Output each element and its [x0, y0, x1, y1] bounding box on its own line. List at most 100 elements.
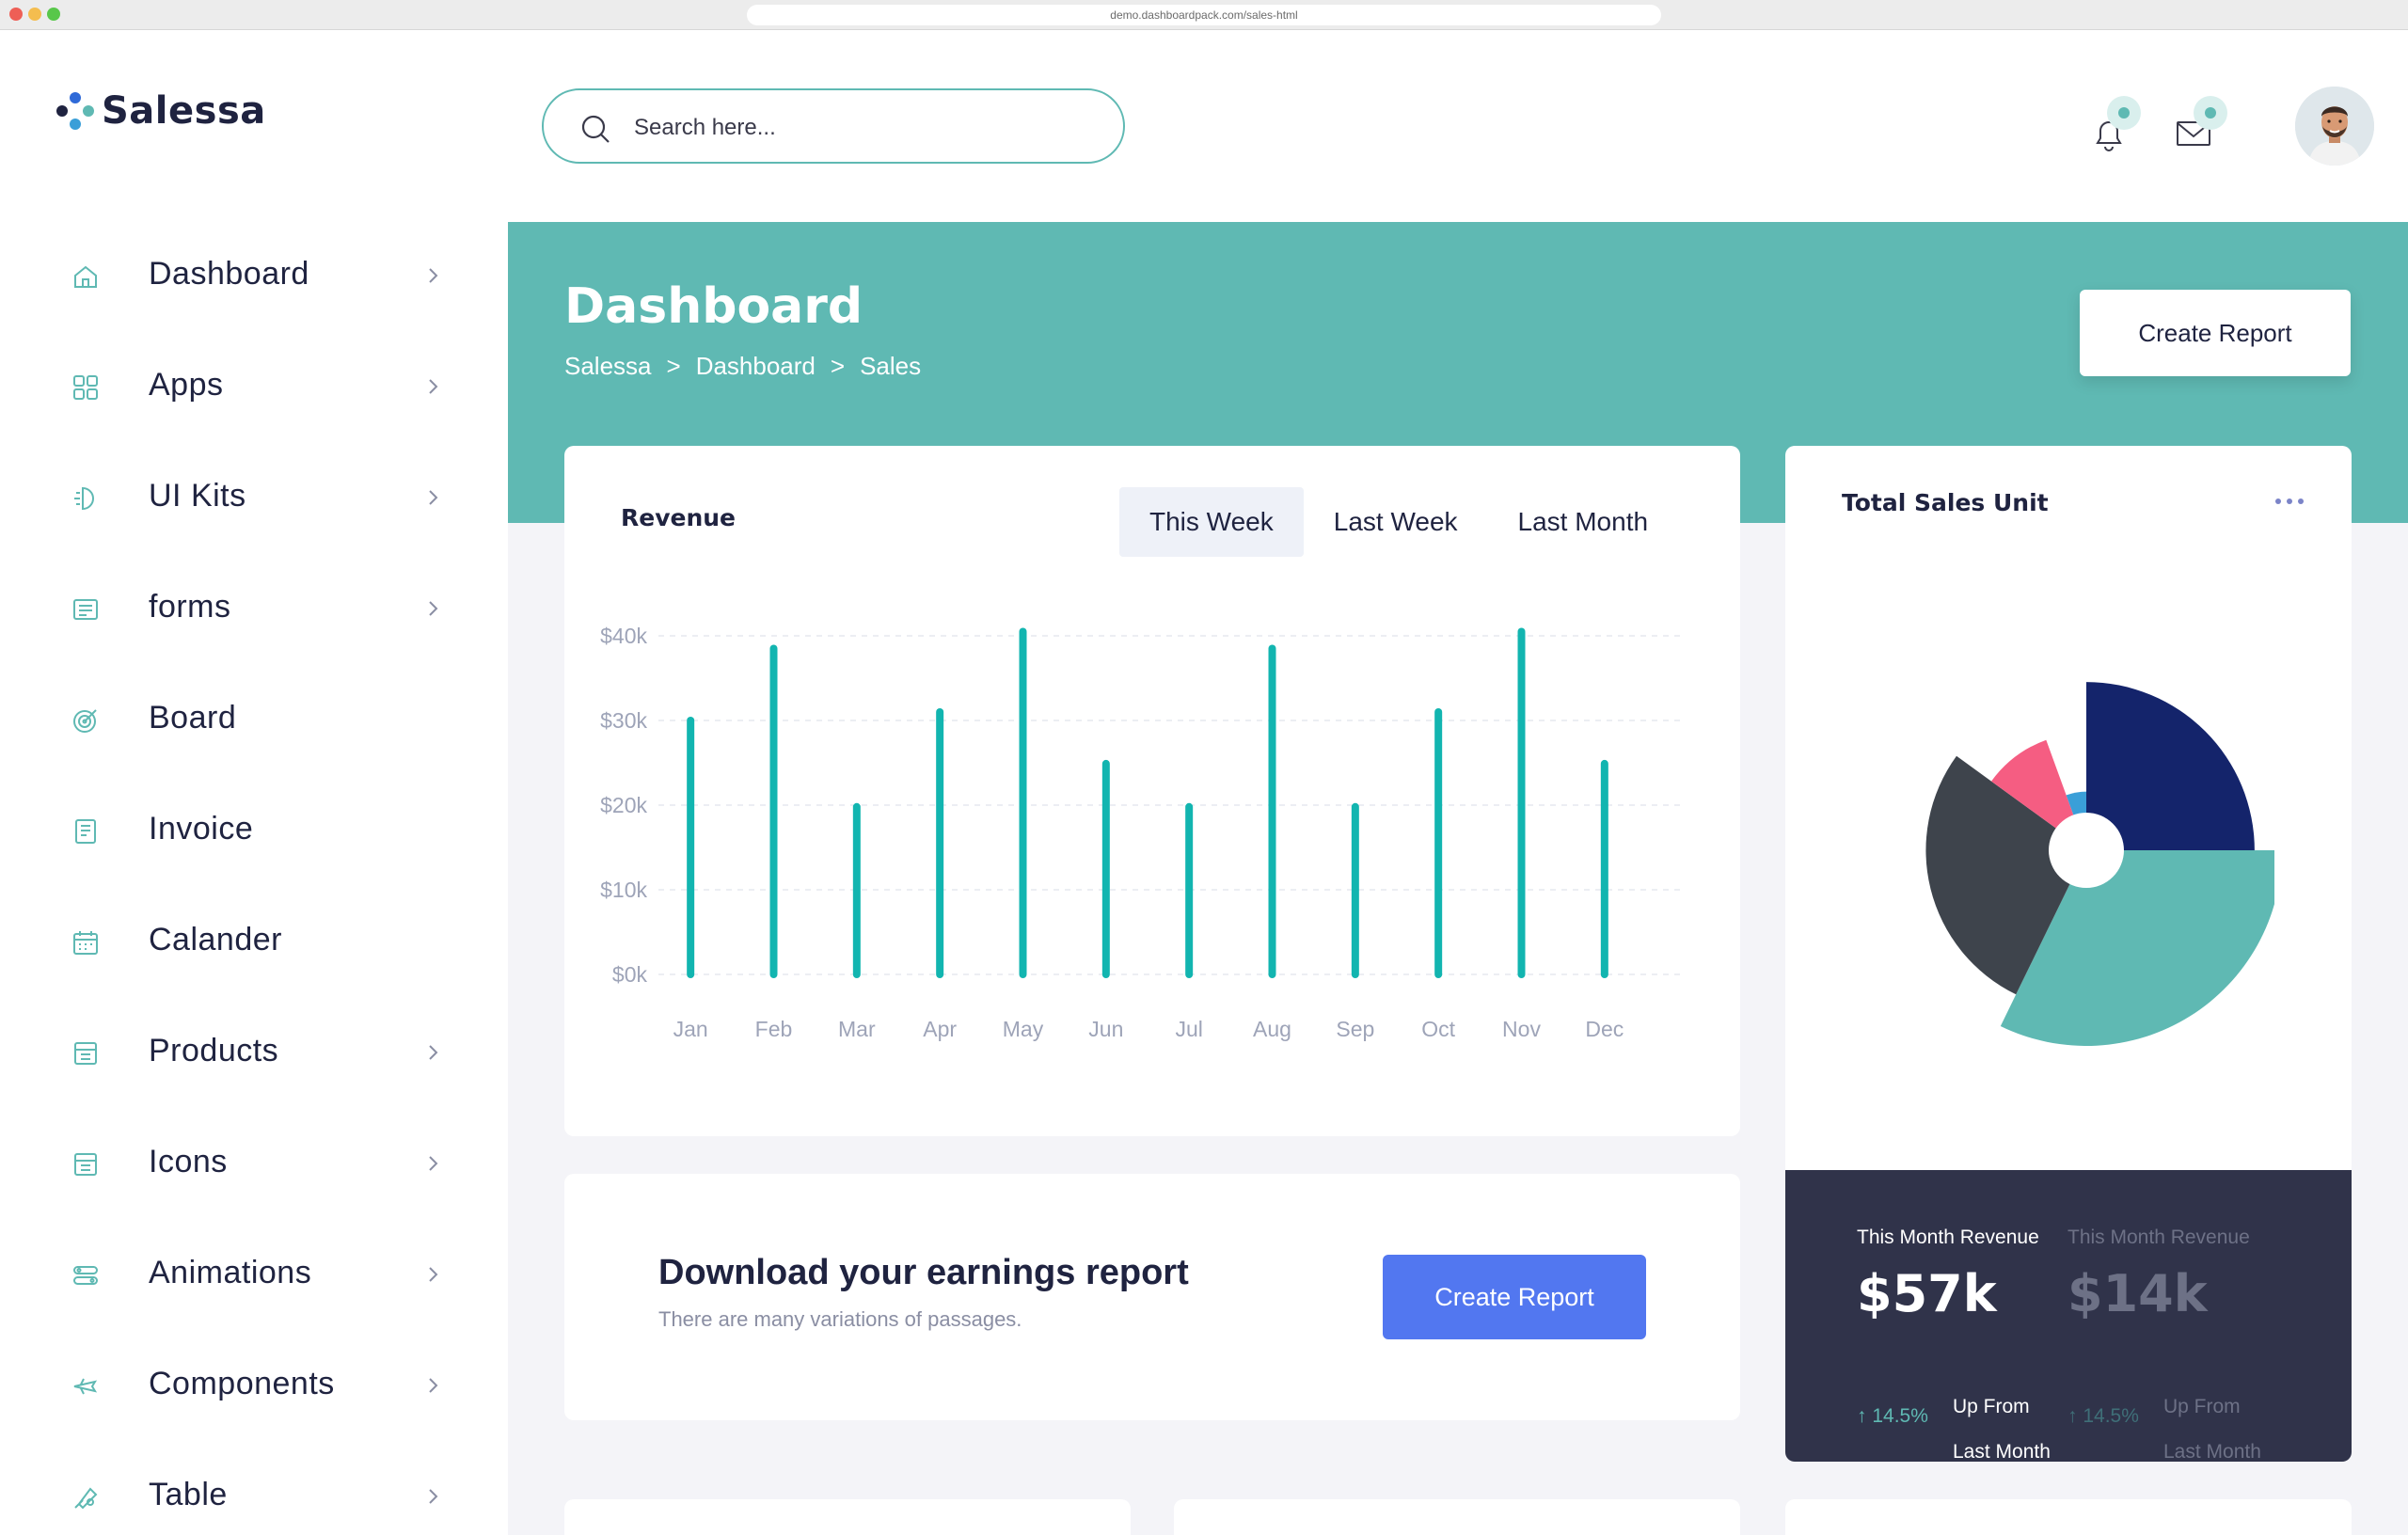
sidebar-item-label: forms	[149, 589, 231, 625]
x-tick-label: Jun	[1088, 1017, 1123, 1041]
home-icon	[74, 265, 97, 288]
breadcrumb-item-sales: Sales	[860, 352, 922, 380]
sales-unit-title: Total Sales Unit	[1842, 489, 2049, 516]
tab-last-month[interactable]: Last Month	[1488, 487, 1679, 557]
bottom-card-1	[564, 1499, 1131, 1535]
breadcrumb-item-dashboard[interactable]: Dashboard	[696, 352, 816, 381]
sidebar-item-apps[interactable]: Apps	[0, 331, 508, 442]
sidebar-item-board[interactable]: Board	[0, 664, 508, 775]
calendar-icon	[73, 931, 98, 955]
brand-name: Salessa	[102, 89, 266, 133]
sidebar-item-products[interactable]: Products	[0, 997, 508, 1108]
earnings-subtitle: There are many variations of passages.	[658, 1307, 1022, 1331]
sidebar-item-ui-kits[interactable]: UI Kits	[0, 442, 508, 553]
sidebar-item-dashboard[interactable]: Dashboard	[0, 220, 508, 331]
close-window-button[interactable]	[9, 8, 23, 21]
target-icon	[73, 709, 97, 733]
x-tick-label: Apr	[923, 1017, 957, 1041]
total-sales-polar-chart	[1925, 682, 2274, 1046]
revenue-change: ↑ 14.5%	[1857, 1405, 1928, 1428]
sidebar-item-components[interactable]: Components	[0, 1330, 508, 1441]
sidebar-item-label: Invoice	[149, 811, 254, 847]
revenue-change-value: 14.5%	[2083, 1405, 2139, 1427]
tab-this-week[interactable]: This Week	[1119, 487, 1304, 557]
create-report-button[interactable]: Create Report	[2080, 290, 2351, 376]
total-sales-unit-card: Total Sales Unit This Month Revenue $57k…	[1785, 446, 2352, 1462]
y-tick-label: $30k	[600, 708, 647, 733]
y-tick-label: $20k	[600, 793, 647, 817]
x-tick-label: May	[1003, 1017, 1044, 1041]
revenue-card: Revenue This Week Last Week Last Month $…	[564, 446, 1740, 1136]
create-report-button[interactable]: Create Report	[1383, 1255, 1646, 1339]
revenue-value: $14k	[2067, 1264, 2208, 1323]
animation-icon	[73, 1266, 98, 1285]
sidebar-item-forms[interactable]: forms	[0, 553, 508, 664]
sidebar-item-label: Dashboard	[149, 256, 309, 292]
x-tick-label: Jan	[673, 1017, 708, 1041]
mail-badge	[2194, 96, 2227, 130]
revenue-label: This Month Revenue	[1857, 1226, 2039, 1248]
revenue-summary-current: This Month Revenue $57k ↑ 14.5% Up From …	[1857, 1226, 2083, 1462]
ui-kit-icon	[74, 486, 94, 511]
search-input[interactable]	[634, 107, 1085, 149]
x-tick-label: Nov	[1502, 1017, 1541, 1041]
sidebar-item-calander[interactable]: Calander	[0, 886, 508, 997]
sidebar-nav: Dashboard Apps UI Kits forms Board Invoi…	[0, 220, 508, 1535]
x-tick-label: Aug	[1253, 1017, 1291, 1041]
invoice-icon	[75, 819, 96, 844]
revenue-comparison-line2: Last Month	[2163, 1441, 2261, 1462]
more-options-icon[interactable]	[2271, 495, 2308, 508]
search-box[interactable]	[542, 88, 1125, 164]
y-tick-label: $10k	[600, 878, 647, 902]
brand-logo[interactable]: Salessa	[55, 83, 266, 139]
revenue-summary-panel: This Month Revenue $57k ↑ 14.5% Up From …	[1785, 1170, 2352, 1462]
user-avatar[interactable]	[2295, 87, 2374, 166]
sidebar: Salessa Dashboard Apps UI Kits forms Boa…	[0, 30, 508, 1535]
breadcrumb-separator: >	[830, 352, 846, 380]
earnings-report-card: Download your earnings report There are …	[564, 1174, 1740, 1420]
breadcrumb-separator: >	[666, 352, 681, 380]
x-tick-label: Sep	[1336, 1017, 1374, 1041]
revenue-change: ↑ 14.5%	[2067, 1405, 2139, 1428]
y-tick-label: $0k	[612, 962, 648, 987]
notification-button[interactable]	[2081, 96, 2141, 158]
products-icon	[74, 1042, 97, 1065]
chevron-right-icon	[429, 1267, 438, 1282]
revenue-summary-previous: This Month Revenue $14k ↑ 14.5% Up From …	[2067, 1226, 2293, 1462]
revenue-title: Revenue	[621, 504, 737, 531]
revenue-comparison: Up From Last Month	[2163, 1385, 2261, 1462]
address-bar[interactable]: demo.dashboardpack.com/sales-html	[747, 5, 1661, 25]
components-icon	[73, 1378, 98, 1395]
chevron-right-icon	[429, 1045, 438, 1060]
sidebar-item-animations[interactable]: Animations	[0, 1219, 508, 1330]
sidebar-item-label: UI Kits	[149, 478, 246, 514]
tab-last-week[interactable]: Last Week	[1304, 487, 1488, 557]
breadcrumb-item-salessa[interactable]: Salessa	[564, 352, 652, 381]
revenue-value: $57k	[1857, 1264, 1997, 1323]
chevron-right-icon	[429, 1378, 438, 1393]
x-tick-label: Jul	[1175, 1017, 1202, 1041]
sidebar-item-label: Products	[149, 1033, 279, 1068]
sidebar-item-label: Apps	[149, 367, 224, 403]
sidebar-item-icons[interactable]: Icons	[0, 1108, 508, 1219]
chevron-right-icon	[429, 490, 438, 505]
top-header	[508, 30, 2408, 222]
grid-icon	[73, 375, 98, 400]
form-icon	[73, 599, 98, 620]
polar-center-hole	[2049, 813, 2124, 888]
mail-button[interactable]	[2167, 96, 2227, 158]
sidebar-item-label: Components	[149, 1366, 335, 1401]
icons-icon	[74, 1153, 97, 1176]
revenue-label: This Month Revenue	[2067, 1226, 2250, 1248]
page-title: Dashboard	[564, 278, 863, 335]
arrow-up-icon: ↑	[1857, 1405, 1873, 1427]
chevron-right-icon	[429, 379, 438, 394]
sidebar-item-label: Table	[149, 1477, 228, 1512]
chevron-right-icon	[429, 268, 438, 283]
sidebar-item-invoice[interactable]: Invoice	[0, 775, 508, 886]
minimize-window-button[interactable]	[28, 8, 41, 21]
maximize-window-button[interactable]	[47, 8, 60, 21]
sidebar-item-label: Icons	[149, 1144, 228, 1179]
x-tick-label: Dec	[1585, 1017, 1624, 1041]
sidebar-item-table[interactable]: Table	[0, 1441, 508, 1535]
